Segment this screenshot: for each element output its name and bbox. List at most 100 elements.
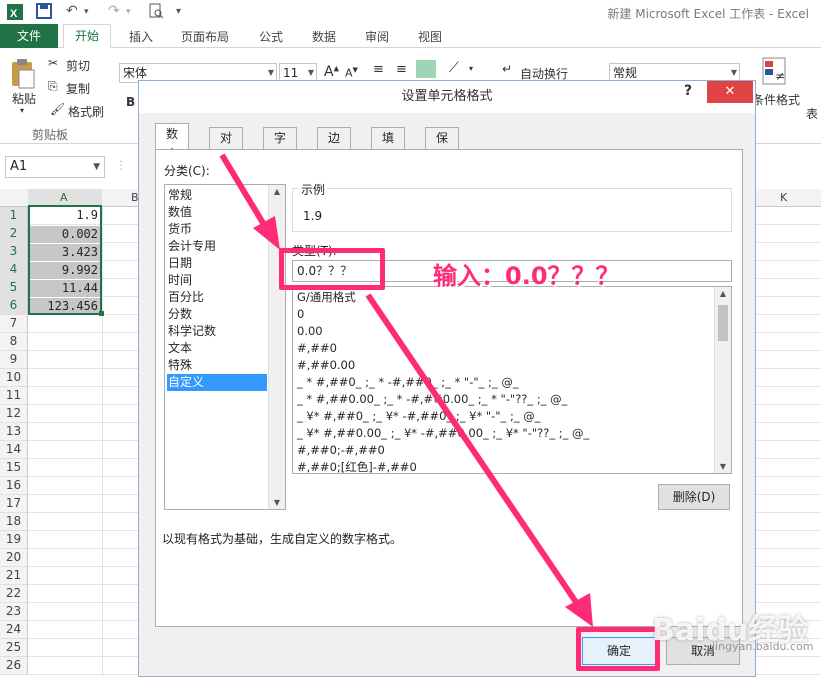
scroll-down-icon[interactable]: ▼ xyxy=(715,462,731,471)
row-header[interactable]: 12 xyxy=(0,405,28,423)
format-painter-button[interactable]: 格式刷 xyxy=(68,103,104,120)
fill-handle[interactable] xyxy=(99,311,104,316)
row-header[interactable]: 16 xyxy=(0,477,28,495)
copy-button[interactable]: 复制 xyxy=(66,80,90,97)
redo-dropdown-icon[interactable]: ▾ xyxy=(126,7,131,17)
cut-button[interactable]: 剪切 xyxy=(66,57,90,74)
row-header[interactable]: 6 xyxy=(0,297,28,315)
bold-button[interactable]: B xyxy=(126,95,135,109)
undo-dropdown-icon[interactable]: ▾ xyxy=(84,7,89,17)
category-number[interactable]: 数值 xyxy=(167,204,267,221)
row-header[interactable]: 4 xyxy=(0,261,28,279)
paste-button[interactable]: 粘贴 xyxy=(12,90,36,107)
list-item[interactable]: #,##0;[红色]-#,##0 xyxy=(297,459,417,476)
row-header[interactable]: 15 xyxy=(0,459,28,477)
category-special[interactable]: 特殊 xyxy=(167,357,267,374)
tab-page-layout[interactable]: 页面布局 xyxy=(181,28,229,45)
row-header[interactable]: 22 xyxy=(0,585,28,603)
scroll-up-icon[interactable]: ▲ xyxy=(269,187,285,196)
row-header[interactable]: 19 xyxy=(0,531,28,549)
category-percentage[interactable]: 百分比 xyxy=(167,289,267,306)
category-time[interactable]: 时间 xyxy=(167,272,267,289)
tab-font[interactable]: 字体 xyxy=(263,127,298,165)
tab-data[interactable]: 数据 xyxy=(312,28,336,45)
tab-number[interactable]: 数字 xyxy=(155,123,190,161)
align-bottom-icon[interactable] xyxy=(416,60,436,78)
category-text[interactable]: 文本 xyxy=(167,340,267,357)
undo-icon[interactable]: ↶ xyxy=(66,3,78,19)
row-header[interactable]: 20 xyxy=(0,549,28,567)
list-item[interactable]: #,##0 xyxy=(297,340,337,357)
column-header-a[interactable]: A xyxy=(60,191,68,204)
paste-dropdown-icon[interactable]: ▾ xyxy=(20,106,24,115)
row-header[interactable]: 11 xyxy=(0,387,28,405)
list-item[interactable]: #,##0.00 xyxy=(297,357,355,374)
tab-view[interactable]: 视图 xyxy=(418,28,442,45)
increase-font-icon[interactable]: A▲ xyxy=(324,64,339,80)
category-fraction[interactable]: 分数 xyxy=(167,306,267,323)
list-item[interactable]: _ * #,##0_ ;_ * -#,##0_ ;_ * "-"_ ;_ @_ xyxy=(297,374,519,391)
close-button[interactable]: ✕ xyxy=(707,81,753,103)
tab-file[interactable]: 文件 xyxy=(0,24,58,48)
row-header[interactable]: 24 xyxy=(0,621,28,639)
list-item[interactable]: _ ¥* #,##0.00_ ;_ ¥* -#,##0.00_ ;_ ¥* "-… xyxy=(297,425,589,442)
format-code-list[interactable]: G/通用格式 0 0.00 #,##0 #,##0.00 _ * #,##0_ … xyxy=(292,286,732,474)
category-scrollbar[interactable]: ▲ ▼ xyxy=(268,185,285,509)
tab-home[interactable]: 开始 xyxy=(63,24,111,49)
align-middle-icon[interactable]: ≡ xyxy=(396,62,407,77)
tab-alignment[interactable]: 对齐 xyxy=(209,127,244,165)
tab-review[interactable]: 审阅 xyxy=(365,28,389,45)
list-item[interactable]: _ ¥* #,##0_ ;_ ¥* -#,##0_ ;_ ¥* "-"_ ;_ … xyxy=(297,408,541,425)
orientation-icon[interactable]: ⟋ xyxy=(449,60,459,76)
category-scientific[interactable]: 科学记数 xyxy=(167,323,267,340)
row-header[interactable]: 8 xyxy=(0,333,28,351)
scroll-thumb[interactable] xyxy=(718,305,728,341)
paste-icon[interactable] xyxy=(10,58,36,93)
conditional-format-icon[interactable]: ≠ xyxy=(762,56,790,91)
row-header[interactable]: 17 xyxy=(0,495,28,513)
help-button[interactable]: ? xyxy=(684,83,692,99)
row-header[interactable]: 25 xyxy=(0,639,28,657)
row-header[interactable]: 13 xyxy=(0,423,28,441)
category-date[interactable]: 日期 xyxy=(167,255,267,272)
format-list-scrollbar[interactable]: ▲ ▼ xyxy=(714,287,731,473)
row-header[interactable]: 2 xyxy=(0,225,28,243)
row-header[interactable]: 21 xyxy=(0,567,28,585)
tab-border[interactable]: 边框 xyxy=(317,127,352,165)
row-header[interactable]: 5 xyxy=(0,279,28,297)
decrease-font-icon[interactable]: A▼ xyxy=(345,66,358,80)
row-header[interactable]: 10 xyxy=(0,369,28,387)
tab-insert[interactable]: 插入 xyxy=(129,28,153,45)
list-item[interactable]: 0.00 xyxy=(297,323,323,340)
row-header[interactable]: 14 xyxy=(0,441,28,459)
category-custom[interactable]: 自定义 xyxy=(167,374,267,391)
save-icon[interactable] xyxy=(36,3,52,23)
list-item[interactable]: _ * #,##0.00_ ;_ * -#,##0.00_ ;_ * "-"??… xyxy=(297,391,567,408)
list-item[interactable]: 0 xyxy=(297,306,304,323)
conditional-format-button[interactable]: 条件格式 xyxy=(752,91,800,108)
tab-protection[interactable]: 保护 xyxy=(425,127,460,165)
row-header[interactable]: 9 xyxy=(0,351,28,369)
category-list[interactable]: 常规 数值 货币 会计专用 日期 时间 百分比 分数 科学记数 文本 特殊 自定… xyxy=(164,184,286,510)
delete-button[interactable]: 删除(D) xyxy=(658,484,730,510)
customize-toolbar-icon[interactable]: ▾ xyxy=(176,6,181,17)
category-currency[interactable]: 货币 xyxy=(167,221,267,238)
category-general[interactable]: 常规 xyxy=(167,187,267,204)
format-as-table-button[interactable]: 表 xyxy=(806,105,818,122)
tab-fill[interactable]: 填充 xyxy=(371,127,406,165)
row-header[interactable]: 26 xyxy=(0,657,28,675)
category-accounting[interactable]: 会计专用 xyxy=(167,238,267,255)
align-top-icon[interactable]: ≡ xyxy=(373,62,384,77)
tab-formulas[interactable]: 公式 xyxy=(259,28,283,45)
name-box[interactable]: A1 ▼ xyxy=(5,156,105,178)
print-preview-icon[interactable] xyxy=(148,3,164,23)
scroll-down-icon[interactable]: ▼ xyxy=(269,498,285,507)
row-header[interactable]: 3 xyxy=(0,243,28,261)
list-item[interactable]: G/通用格式 xyxy=(297,289,356,306)
row-header[interactable]: 18 xyxy=(0,513,28,531)
column-header-k[interactable]: K xyxy=(780,191,787,204)
orientation-dropdown-icon[interactable]: ▾ xyxy=(469,64,473,73)
row-header[interactable]: 1 xyxy=(0,207,28,225)
redo-icon[interactable]: ↷ xyxy=(108,3,120,19)
scroll-up-icon[interactable]: ▲ xyxy=(715,289,731,298)
